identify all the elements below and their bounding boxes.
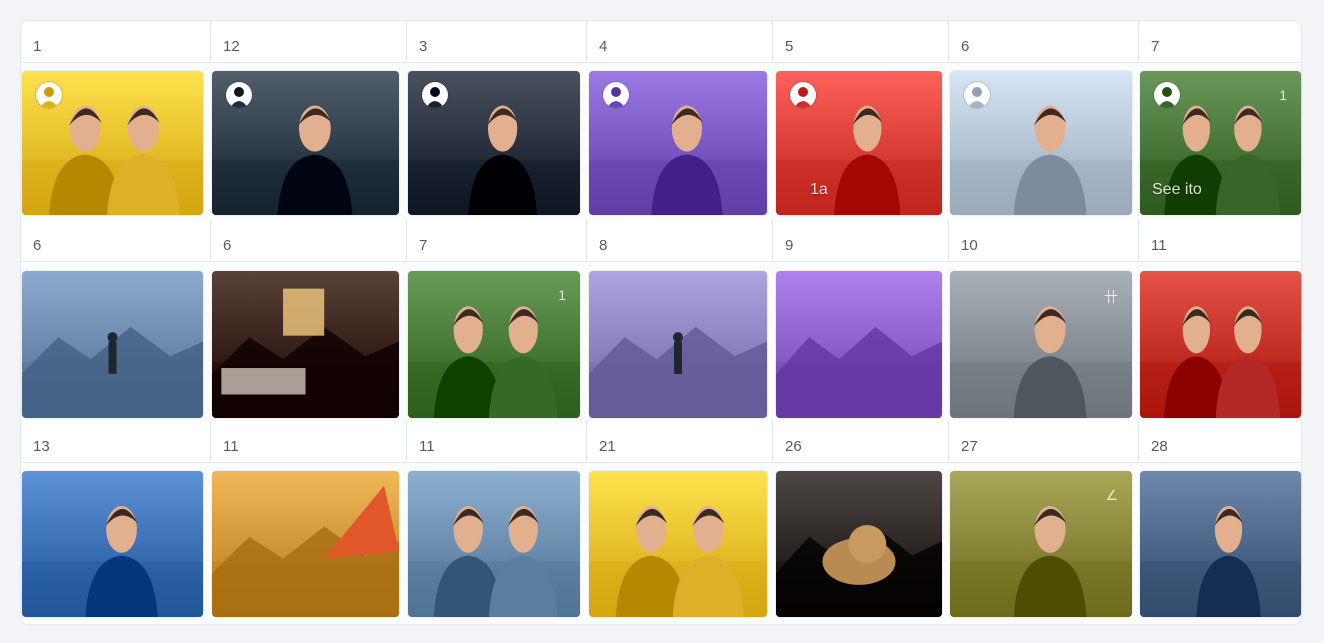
photo-thumbnail[interactable]: [22, 471, 203, 617]
day-label: 5: [773, 21, 949, 63]
photo-image: [589, 471, 767, 617]
photo-thumbnail[interactable]: ∠: [950, 471, 1132, 617]
photo-thumbnail[interactable]: [1140, 471, 1301, 617]
photo-image: [776, 471, 942, 617]
photo-thumbnail[interactable]: [212, 471, 399, 617]
photo-image: [1140, 471, 1301, 617]
day-label: 4: [587, 21, 773, 63]
photo-thumbnail[interactable]: [22, 271, 203, 418]
photo-thumbnail[interactable]: [212, 271, 399, 418]
day-label: 7: [407, 220, 587, 262]
photo-corner-mark: 1: [558, 287, 566, 303]
user-avatar-icon[interactable]: [790, 82, 816, 108]
user-avatar-icon[interactable]: [36, 82, 62, 108]
day-label: 6: [211, 220, 407, 262]
photo-image: [408, 271, 580, 418]
photo-corner-mark: ∠: [1105, 487, 1118, 503]
photo-calendar-grid: 1 12 3 4 5 6 7 1a See ito 1 6 6 7 8 9 10 11 1 卄 13 11 11 21 26 2…: [20, 20, 1302, 625]
photo-image: [212, 471, 399, 617]
photo-thumbnail[interactable]: [589, 271, 767, 418]
day-label: 1: [21, 21, 211, 63]
photo-thumbnail[interactable]: See ito 1: [1140, 71, 1301, 215]
photo-thumbnail[interactable]: 1a: [776, 71, 942, 215]
photo-image: [22, 271, 203, 418]
photo-thumbnail[interactable]: [408, 71, 580, 215]
photo-thumbnail[interactable]: [1140, 271, 1301, 418]
day-label: 7: [1139, 21, 1301, 63]
photo-image: [212, 271, 399, 418]
day-label: 10: [949, 220, 1139, 262]
photo-overlay-text: 1a: [810, 181, 828, 198]
user-avatar-icon[interactable]: [603, 82, 629, 108]
photo-thumbnail[interactable]: [408, 471, 580, 617]
photo-image: [776, 271, 942, 418]
day-label: 21: [587, 421, 773, 463]
day-label: 26: [773, 421, 949, 463]
day-label: 11: [211, 421, 407, 463]
photo-thumbnail[interactable]: [589, 71, 767, 215]
photo-thumbnail[interactable]: 卄: [950, 271, 1132, 418]
photo-corner-mark: 1: [1279, 87, 1287, 103]
day-label: 8: [587, 220, 773, 262]
day-label: 6: [21, 220, 211, 262]
day-label: 6: [949, 21, 1139, 63]
photo-image: [22, 471, 203, 617]
photo-thumbnail[interactable]: [776, 471, 942, 617]
day-label: 28: [1139, 421, 1301, 463]
photo-thumbnail[interactable]: [22, 71, 203, 215]
photo-thumbnail[interactable]: [212, 71, 399, 215]
user-avatar-icon[interactable]: [226, 82, 252, 108]
day-label: 9: [773, 220, 949, 262]
day-label: 11: [407, 421, 587, 463]
photo-thumbnail[interactable]: [589, 471, 767, 617]
photo-overlay-text: See ito: [1152, 181, 1202, 198]
photo-image: [1140, 271, 1301, 418]
photo-thumbnail[interactable]: [950, 71, 1132, 215]
photo-thumbnail[interactable]: 1: [408, 271, 580, 418]
photo-image: [408, 471, 580, 617]
day-label: 11: [1139, 220, 1301, 262]
day-label: 13: [21, 421, 211, 463]
user-avatar-icon[interactable]: [964, 82, 990, 108]
day-label: 3: [407, 21, 587, 63]
day-label: 12: [211, 21, 407, 63]
photo-image: [589, 271, 767, 418]
day-label: 27: [949, 421, 1139, 463]
user-avatar-icon[interactable]: [1154, 82, 1180, 108]
photo-corner-mark: 卄: [1104, 289, 1118, 305]
photo-thumbnail[interactable]: [776, 271, 942, 418]
user-avatar-icon[interactable]: [422, 82, 448, 108]
